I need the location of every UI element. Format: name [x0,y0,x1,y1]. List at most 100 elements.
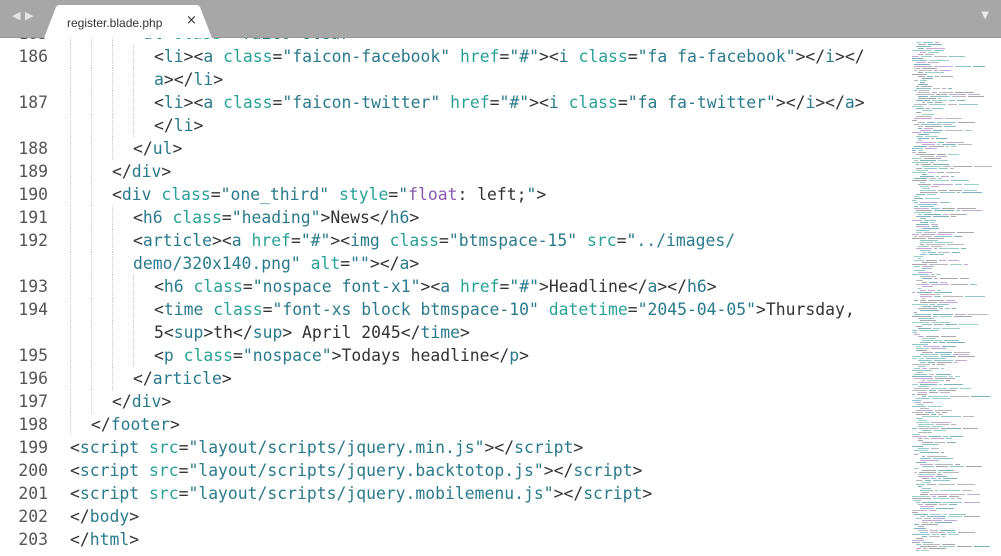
minimap-mark [914,528,926,529]
minimap-mark [929,392,938,393]
minimap-mark [964,516,980,517]
token-str: "font-xs block btmspace-10" [272,300,539,319]
minimap-mark [951,216,956,217]
token-pun: </ [112,162,132,181]
minimap-mark [928,62,939,63]
token-pun [213,47,223,66]
token-pun: > [409,208,420,227]
code-editor[interactable]: 185<ul class="faico clear">186<li><a cla… [0,38,910,552]
minimap-mark [922,470,936,471]
minimap-mark [916,100,930,101]
minimap-mark [924,220,936,221]
code-text: 5<sup>th</sup> April 2045</time> [154,321,470,344]
token-str: "#" [499,93,530,112]
minimap-mark [943,214,948,215]
token-attr: class [173,38,222,43]
minimap-mark [955,376,960,377]
tab-register-blade[interactable]: register.blade.php × [44,5,212,38]
minimap-mark [929,264,948,265]
indent-guide [112,114,113,137]
token-pun: >< [420,277,441,296]
minimap-mark [912,58,923,59]
token-pun: = [617,93,628,112]
indent-guide [70,183,71,206]
indent-guide [133,321,134,344]
token-tag: a [647,277,658,296]
minimap-mark [922,396,926,397]
minimap-mark [946,300,955,301]
minimap-mark [920,206,934,207]
token-tag: li [173,116,194,135]
minimap-mark [933,430,946,431]
token-pun: ></ [543,461,574,480]
minimap-mark [914,178,927,179]
minimap-mark [922,416,939,417]
minimap-mark [965,130,972,131]
minimap-mark [961,248,966,249]
minimap-mark [964,264,968,265]
minimap-mark [949,376,953,377]
minimap-mark [934,296,941,297]
minimap-mark [951,284,968,285]
token-pun: </ [70,530,90,549]
minimap-mark [921,124,941,125]
token-tag: p [163,346,174,365]
minimap-mark [935,442,945,443]
token-pun: >< [538,47,559,66]
minimap-mark [918,486,922,487]
minimap-mark [924,438,929,439]
minimap-mark [912,512,918,513]
minimap[interactable] [910,38,1001,555]
minimap-mark [918,84,928,85]
minimap-mark [929,548,946,549]
close-icon[interactable]: × [186,13,197,28]
token-str: "btmspace-15" [448,231,578,250]
minimap-mark [942,144,956,145]
minimap-mark [916,538,923,539]
minimap-mark [912,274,929,275]
minimap-mark [912,496,930,497]
token-tag: div [131,392,162,411]
minimap-mark [912,364,930,365]
minimap-mark [936,138,947,139]
minimap-mark [918,98,936,99]
code-line: 198 </footer> [0,413,910,436]
indent-guide [112,367,113,390]
minimap-mark [941,368,944,369]
minimap-mark [974,166,992,167]
minimap-mark [928,252,936,253]
token-str: "fa fa-twitter" [627,93,776,112]
minimap-mark [912,400,921,401]
minimap-mark [945,308,950,309]
minimap-mark [914,514,928,515]
minimap-mark [941,452,944,453]
minimap-mark [916,154,935,155]
minimap-mark [949,514,966,515]
scroll-tabs-right-icon[interactable]: ▶ [25,9,33,22]
minimap-mark [945,118,962,119]
indent-guide [91,68,92,91]
tab-list-dropdown-icon[interactable]: ▼ [981,10,989,21]
minimap-mark [922,102,925,103]
minimap-mark [933,216,949,217]
minimap-mark [937,144,940,145]
indent-guide [70,367,71,390]
token-tag: time [163,300,204,319]
minimap-mark [923,548,927,549]
minimap-mark [920,532,928,533]
token-attr: class [568,93,618,112]
minimap-mark [916,230,929,231]
minimap-mark [920,508,934,509]
minimap-mark [920,464,933,465]
token-pun: >th</ [203,323,253,342]
code-line: 193 <h6 class="nospace font-x1"><a href="… [0,275,910,298]
minimap-mark [916,548,921,549]
token-pun: > [129,530,140,549]
minimap-mark [960,278,969,279]
minimap-mark [912,510,927,511]
minimap-mark [912,412,923,413]
minimap-mark [912,220,922,221]
scroll-tabs-left-icon[interactable]: ◀ [12,9,20,22]
indent-guide [91,321,92,344]
token-str: "fa fa-facebook" [637,47,796,66]
